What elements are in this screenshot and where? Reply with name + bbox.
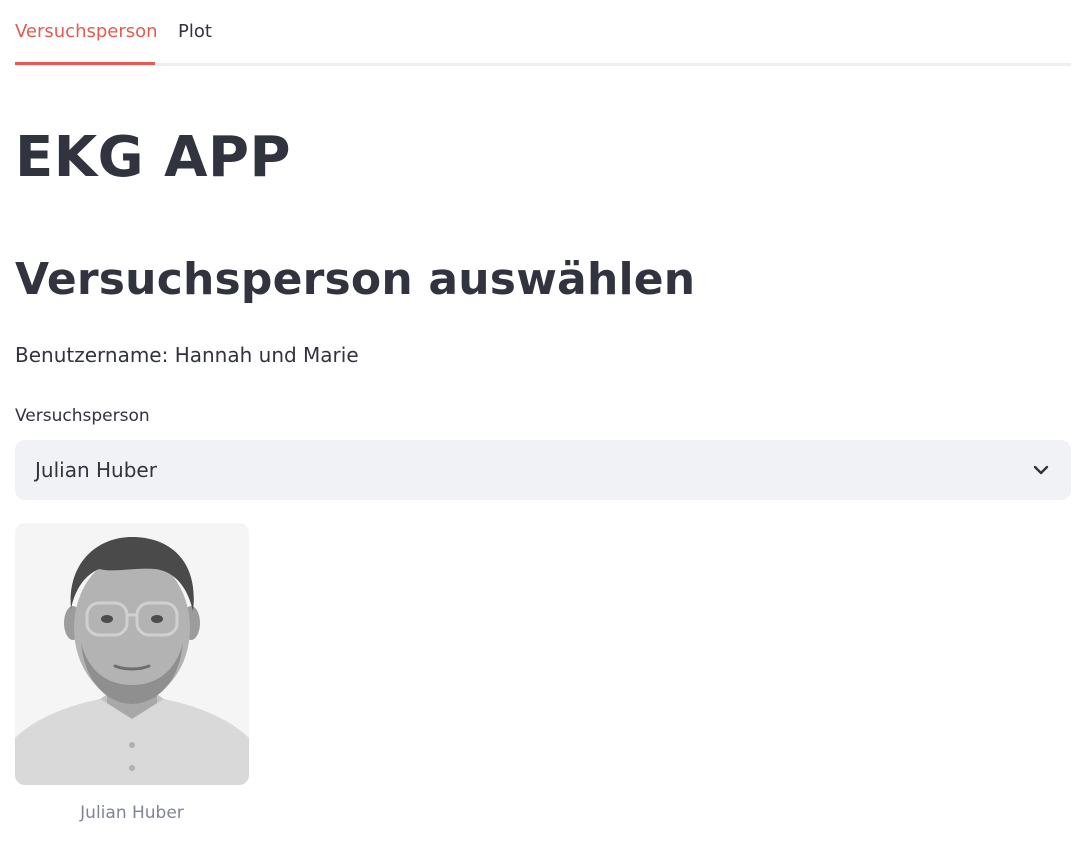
chevron-down-icon[interactable]: [1031, 460, 1051, 480]
photo-caption: Julian Huber: [80, 803, 184, 823]
page-title: EKG APP: [15, 125, 292, 190]
select-label: Versuchsperson: [15, 406, 150, 426]
tab-bar: Versuchsperson Plot: [15, 0, 1071, 66]
username-text: Benutzername: Hannah und Marie: [15, 343, 359, 367]
versuchsperson-select[interactable]: Julian Huber: [15, 440, 1071, 500]
tab-versuchsperson[interactable]: Versuchsperson: [15, 20, 158, 44]
active-tab-indicator: [15, 62, 155, 65]
tab-plot[interactable]: Plot: [178, 20, 212, 44]
select-value: Julian Huber: [35, 458, 157, 482]
section-title: Versuchsperson auswählen: [15, 254, 696, 305]
person-photo: [15, 523, 249, 785]
